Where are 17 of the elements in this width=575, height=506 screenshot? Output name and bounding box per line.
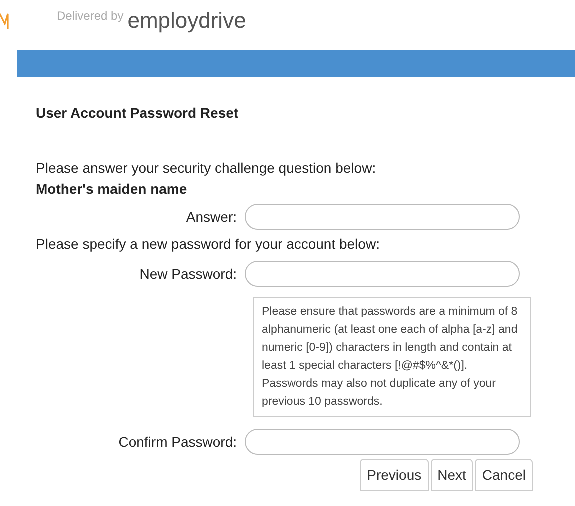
field-label: Confirm Password: [118, 432, 238, 452]
field-label: New Password: [138, 264, 238, 284]
challenge-question: Mother's maiden name [36, 180, 188, 199]
challenge-intro: Please answer your security challenge question below: [36, 159, 378, 178]
brand-name: employdrive [128, 6, 246, 35]
password-rules: Please ensure that passwords are a minimum of 8 alphanumeric (at least one each of alpha [a-z] and numeric [0-9]) characters in length and contain at least 1 special characters [!@#$%^&*()]. Passwords may also not duplicate any of your previous 10 passwords. [253, 297, 531, 417]
tagline: Delivered by [57, 8, 124, 25]
password-intro: Please specify a new password for your account below: [35, 235, 381, 254]
confirm-password-field[interactable] [245, 429, 520, 455]
answer-field[interactable] [245, 204, 520, 230]
new-password-field[interactable] [245, 261, 520, 287]
field-label: Answer: [185, 208, 238, 226]
nav-button[interactable]: Cancel [475, 459, 533, 491]
nav-button[interactable]: Next [430, 459, 474, 491]
nav-button[interactable]: Previous [360, 459, 429, 491]
logo-icon [0, 12, 9, 30]
page-title: User Account Password Reset [36, 104, 240, 123]
